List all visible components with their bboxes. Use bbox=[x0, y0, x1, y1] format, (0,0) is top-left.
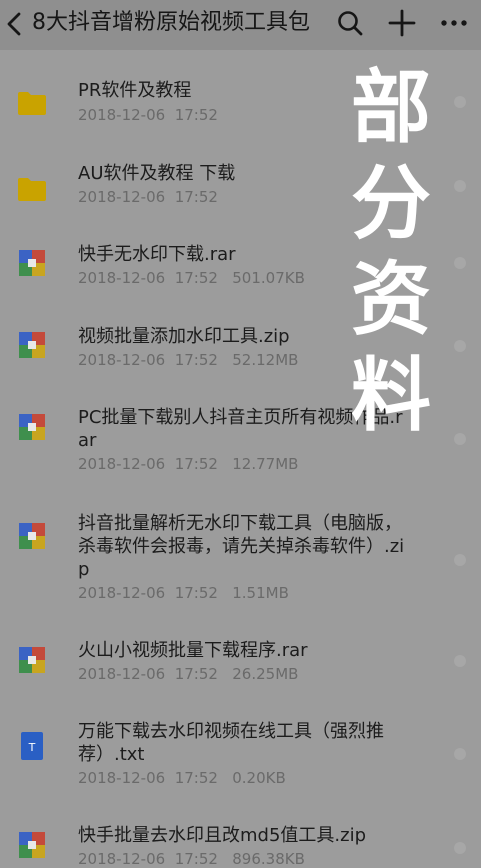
file-meta: 2018-12-06 17:52 896.38KB bbox=[78, 850, 305, 868]
search-icon[interactable] bbox=[336, 9, 364, 37]
svg-text:T: T bbox=[28, 741, 36, 754]
file-browser: 8大抖音增粉原始视频工具包 PR软件及教程 2018-12-06 17:52 A… bbox=[0, 0, 481, 868]
file-name: 火山小视频批量下载程序.rar bbox=[78, 640, 308, 661]
file-meta: 2018-12-06 17:52 0.20KB bbox=[78, 769, 286, 787]
row-more-icon[interactable] bbox=[454, 180, 466, 192]
row-more-icon[interactable] bbox=[454, 655, 466, 667]
file-meta: 2018-12-06 17:52 52.12MB bbox=[78, 351, 299, 369]
archive-icon bbox=[19, 414, 45, 440]
archive-icon bbox=[19, 647, 45, 673]
list-item[interactable]: 抖音批量解析无水印下载工具（电脑版，杀毒软件会报毒，请先关掉杀毒软件）.zip … bbox=[0, 510, 481, 640]
more-icon[interactable] bbox=[440, 9, 468, 37]
file-name: 快手批量去水印且改md5值工具.zip bbox=[78, 825, 367, 846]
folder-icon bbox=[18, 178, 46, 201]
list-item[interactable]: 火山小视频批量下载程序.rar 2018-12-06 17:52 26.25MB bbox=[0, 635, 481, 715]
row-more-icon[interactable] bbox=[454, 554, 466, 566]
row-more-icon[interactable] bbox=[454, 433, 466, 445]
add-icon[interactable] bbox=[388, 9, 416, 37]
file-meta: 2018-12-06 17:52 bbox=[78, 106, 218, 124]
file-name: 万能下载去水印视频在线工具（强烈推荐）.txt bbox=[78, 721, 384, 765]
file-meta: 2018-12-06 17:52 12.77MB bbox=[78, 455, 299, 473]
row-more-icon[interactable] bbox=[454, 96, 466, 108]
back-icon[interactable] bbox=[2, 10, 26, 38]
archive-icon bbox=[19, 523, 45, 549]
file-meta: 2018-12-06 17:52 1.51MB bbox=[78, 584, 289, 602]
folder-icon bbox=[18, 92, 46, 115]
page-title: 8大抖音增粉原始视频工具包 bbox=[32, 10, 310, 35]
row-more-icon[interactable] bbox=[454, 748, 466, 760]
list-item[interactable]: 快手批量去水印且改md5值工具.zip 2018-12-06 17:52 896… bbox=[0, 820, 481, 868]
overlay-caption: 部 分 资 料 bbox=[351, 61, 431, 442]
text-file-icon: T bbox=[21, 732, 43, 760]
file-meta: 2018-12-06 17:52 26.25MB bbox=[78, 665, 299, 683]
archive-icon bbox=[19, 250, 45, 276]
list-item[interactable]: T 万能下载去水印视频在线工具（强烈推荐）.txt 2018-12-06 17:… bbox=[0, 718, 481, 818]
row-more-icon[interactable] bbox=[454, 257, 466, 269]
file-meta: 2018-12-06 17:52 501.07KB bbox=[78, 269, 305, 287]
row-more-icon[interactable] bbox=[454, 842, 466, 854]
archive-icon bbox=[19, 832, 45, 858]
top-bar: 8大抖音增粉原始视频工具包 bbox=[0, 0, 481, 50]
file-name: 抖音批量解析无水印下载工具（电脑版，杀毒软件会报毒，请先关掉杀毒软件）.zip bbox=[78, 513, 405, 580]
row-more-icon[interactable] bbox=[454, 340, 466, 352]
file-meta: 2018-12-06 17:52 bbox=[78, 188, 218, 206]
archive-icon bbox=[19, 332, 45, 358]
